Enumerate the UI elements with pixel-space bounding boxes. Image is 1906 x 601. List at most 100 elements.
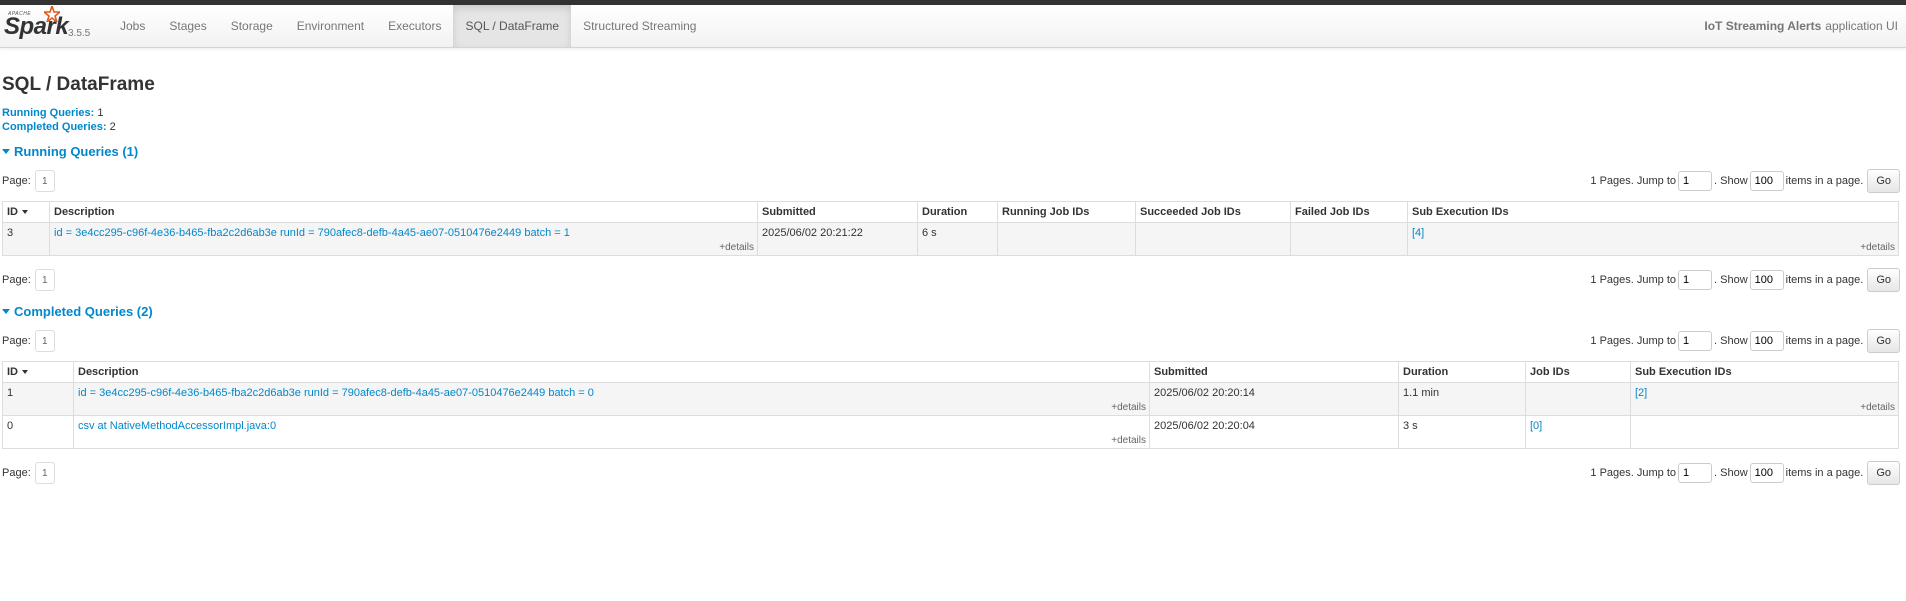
table-header-row: ID Description Submitted Duration Job ID… xyxy=(2,361,1899,383)
sub-execution-link[interactable]: [2] xyxy=(1635,387,1647,399)
running-queries-toggle[interactable]: Running Queries (1) xyxy=(2,144,1904,159)
completed-queries-toggle[interactable]: Completed Queries (2) xyxy=(2,304,1904,319)
col-header-running-job-ids[interactable]: Running Job IDs xyxy=(997,201,1136,223)
pages-text: 1 Pages. Jump to xyxy=(1590,175,1677,187)
col-header-sub-execution-ids[interactable]: Sub Execution IDs xyxy=(1630,361,1899,383)
cell-id: 3 xyxy=(2,222,50,256)
col-header-duration[interactable]: Duration xyxy=(917,201,998,223)
caret-down-icon xyxy=(2,149,10,154)
brand[interactable]: APACHE Spark 3.5.5 xyxy=(0,5,108,47)
app-title: IoT Streaming Alerts application UI xyxy=(1704,5,1898,47)
col-header-id[interactable]: ID xyxy=(2,361,74,383)
col-header-description[interactable]: Description xyxy=(49,201,758,223)
jump-to-input[interactable] xyxy=(1678,331,1713,351)
table-row: 1 id = 3e4cc295-c96f-4e36-b465-fba2c2d6a… xyxy=(2,382,1899,416)
col-header-description[interactable]: Description xyxy=(73,361,1150,383)
query-summary: Running Queries: 1 Completed Queries: 2 xyxy=(2,106,1904,134)
table-row: 3 id = 3e4cc295-c96f-4e36-b465-fba2c2d6a… xyxy=(2,222,1899,256)
go-button[interactable]: Go xyxy=(1867,329,1900,353)
completed-queries-table: ID Description Submitted Duration Job ID… xyxy=(2,361,1899,449)
page-size-input[interactable] xyxy=(1749,171,1784,191)
details-toggle[interactable]: +details xyxy=(1111,435,1146,446)
show-text: . Show xyxy=(1714,175,1748,187)
nav-tabs: Jobs Stages Storage Environment Executor… xyxy=(108,5,708,47)
page-nav: Page: 1 xyxy=(2,462,55,484)
page-controls: 1 Pages. Jump to . Show items in a page.… xyxy=(1590,169,1900,193)
spark-logo: APACHE Spark xyxy=(2,5,69,40)
cell-description: id = 3e4cc295-c96f-4e36-b465-fba2c2d6ab3… xyxy=(73,382,1150,416)
page-nav: Page: 1 xyxy=(2,170,55,192)
details-toggle[interactable]: +details xyxy=(1111,402,1146,413)
details-toggle[interactable]: +details xyxy=(1860,242,1895,253)
tab-storage[interactable]: Storage xyxy=(219,5,285,47)
tab-sql-dataframe[interactable]: SQL / DataFrame xyxy=(453,5,572,47)
page-number-button[interactable]: 1 xyxy=(34,170,55,192)
go-button[interactable]: Go xyxy=(1867,268,1900,292)
sort-desc-icon xyxy=(22,210,28,215)
job-id-link[interactable]: [0] xyxy=(1530,420,1542,432)
cell-submitted: 2025/06/02 20:20:14 xyxy=(1149,382,1399,416)
cell-duration: 1.1 min xyxy=(1398,382,1526,416)
cell-id: 1 xyxy=(2,382,74,416)
col-header-failed-job-ids[interactable]: Failed Job IDs xyxy=(1290,201,1408,223)
page-number-button[interactable]: 1 xyxy=(34,462,55,484)
cell-description: csv at NativeMethodAccessorImpl.java:0 +… xyxy=(73,415,1150,449)
app-name: IoT Streaming Alerts xyxy=(1704,19,1822,33)
cell-job-ids xyxy=(1525,382,1631,416)
items-text: items in a page. xyxy=(1785,335,1864,347)
items-text: items in a page. xyxy=(1785,175,1864,187)
query-description-link[interactable]: id = 3e4cc295-c96f-4e36-b465-fba2c2d6ab3… xyxy=(54,227,570,239)
go-button[interactable]: Go xyxy=(1867,169,1900,193)
col-header-submitted[interactable]: Submitted xyxy=(1149,361,1399,383)
cell-duration: 3 s xyxy=(1398,415,1526,449)
tab-structured-streaming[interactable]: Structured Streaming xyxy=(571,5,708,47)
completed-queries-link[interactable]: Completed Queries: xyxy=(2,121,107,133)
page-number-button[interactable]: 1 xyxy=(34,269,55,291)
tab-environment[interactable]: Environment xyxy=(285,5,376,47)
items-text: items in a page. xyxy=(1785,467,1864,479)
show-text: . Show xyxy=(1714,335,1748,347)
page-label: Page: xyxy=(2,175,31,187)
page-number-button[interactable]: 1 xyxy=(34,330,55,352)
navbar: APACHE Spark 3.5.5 Jobs Stages Storage E… xyxy=(0,5,1906,48)
page-nav: Page: 1 xyxy=(2,269,55,291)
jump-to-input[interactable] xyxy=(1678,171,1713,191)
cell-running-job-ids xyxy=(997,222,1136,256)
cell-failed-job-ids xyxy=(1290,222,1408,256)
spark-version: 3.5.5 xyxy=(68,28,91,39)
tab-stages[interactable]: Stages xyxy=(157,5,218,47)
details-toggle[interactable]: +details xyxy=(719,242,754,253)
summary-running: Running Queries: 1 xyxy=(2,106,1904,120)
go-button[interactable]: Go xyxy=(1867,461,1900,485)
running-queries-link[interactable]: Running Queries: xyxy=(2,107,94,119)
running-queries-heading: Running Queries (1) xyxy=(14,144,139,159)
jump-to-input[interactable] xyxy=(1678,463,1713,483)
page-size-input[interactable] xyxy=(1749,331,1784,351)
col-header-job-ids[interactable]: Job IDs xyxy=(1525,361,1631,383)
pages-text: 1 Pages. Jump to xyxy=(1590,335,1677,347)
spark-star-icon xyxy=(44,6,60,22)
cell-duration: 6 s xyxy=(917,222,998,256)
col-header-id[interactable]: ID xyxy=(2,201,50,223)
page-size-input[interactable] xyxy=(1749,270,1784,290)
page-size-input[interactable] xyxy=(1749,463,1784,483)
page-nav: Page: 1 xyxy=(2,330,55,352)
pages-text: 1 Pages. Jump to xyxy=(1590,467,1677,479)
page-label: Page: xyxy=(2,274,31,286)
details-toggle[interactable]: +details xyxy=(1860,402,1895,413)
col-header-submitted[interactable]: Submitted xyxy=(757,201,918,223)
query-description-link[interactable]: csv at NativeMethodAccessorImpl.java:0 xyxy=(78,420,276,432)
tab-executors[interactable]: Executors xyxy=(376,5,453,47)
col-header-duration[interactable]: Duration xyxy=(1398,361,1526,383)
cell-description: id = 3e4cc295-c96f-4e36-b465-fba2c2d6ab3… xyxy=(49,222,758,256)
col-header-succeeded-job-ids[interactable]: Succeeded Job IDs xyxy=(1135,201,1291,223)
jump-to-input[interactable] xyxy=(1678,270,1713,290)
tab-jobs[interactable]: Jobs xyxy=(108,5,157,47)
col-header-sub-execution-ids[interactable]: Sub Execution IDs xyxy=(1407,201,1899,223)
page-label: Page: xyxy=(2,335,31,347)
page-controls: 1 Pages. Jump to . Show items in a page.… xyxy=(1590,329,1900,353)
sub-execution-link[interactable]: [4] xyxy=(1412,227,1424,239)
query-description-link[interactable]: id = 3e4cc295-c96f-4e36-b465-fba2c2d6ab3… xyxy=(78,387,594,399)
show-text: . Show xyxy=(1714,274,1748,286)
summary-completed: Completed Queries: 2 xyxy=(2,120,1904,134)
